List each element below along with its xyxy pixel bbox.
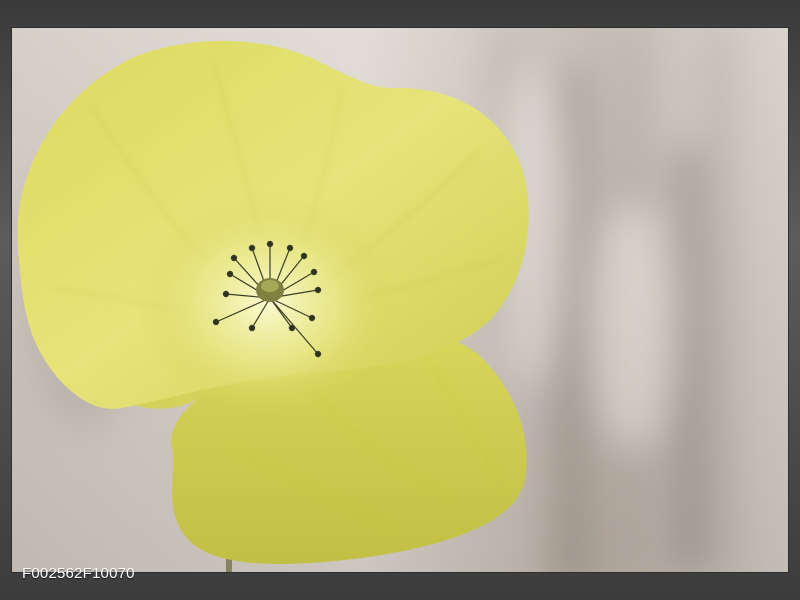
photo-canvas — [12, 28, 788, 572]
poppy-photo — [12, 28, 788, 572]
canvas-frame: F002562F10070 — [0, 0, 800, 600]
product-code-label: F002562F10070 — [22, 565, 135, 582]
